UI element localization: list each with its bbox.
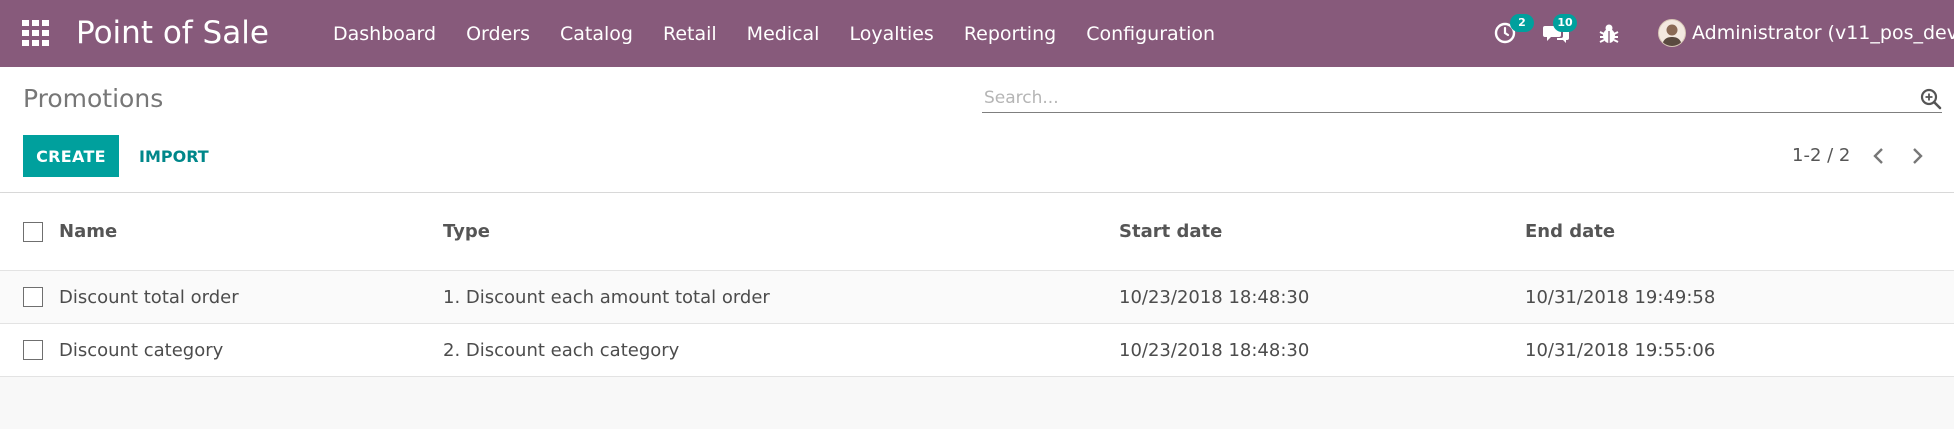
select-all-checkbox[interactable] xyxy=(23,221,43,242)
column-header-type[interactable]: Type xyxy=(443,193,490,270)
pager-previous-button[interactable] xyxy=(1866,143,1892,169)
column-header-name[interactable]: Name xyxy=(59,193,117,270)
row-checkbox[interactable] xyxy=(23,287,43,307)
table-row[interactable]: Discount total order 1. Discount each am… xyxy=(0,271,1954,324)
activity-button[interactable]: 2 xyxy=(1494,14,1534,49)
table-row[interactable]: Discount category 2. Discount each categ… xyxy=(0,324,1954,377)
menu-item-dashboard[interactable]: Dashboard xyxy=(333,23,436,45)
cell-name: Discount total order xyxy=(59,286,239,308)
user-menu[interactable]: Administrator (v11_pos_dev) xyxy=(1658,18,1954,48)
menu-item-medical[interactable]: Medical xyxy=(747,23,820,45)
cell-start-date: 10/23/2018 18:48:30 xyxy=(1119,286,1310,308)
control-panel: Promotions CREATE IMPORT 1-2 / 2 xyxy=(0,67,1954,193)
menu-item-reporting[interactable]: Reporting xyxy=(964,23,1056,45)
pager-value[interactable]: 1-2 / 2 xyxy=(1792,145,1850,166)
app-title[interactable]: Point of Sale xyxy=(76,11,269,55)
user-name: Administrator (v11_pos_dev) xyxy=(1692,22,1954,44)
cell-end-date: 10/31/2018 19:49:58 xyxy=(1525,286,1716,308)
table-header: Name Type Start date End date xyxy=(0,193,1954,271)
import-button[interactable]: IMPORT xyxy=(129,135,219,177)
cell-type: 2. Discount each category xyxy=(443,339,680,361)
search-icon[interactable] xyxy=(1920,88,1942,110)
avatar xyxy=(1658,19,1686,47)
messages-button[interactable]: 10 xyxy=(1543,14,1577,49)
debug-button[interactable] xyxy=(1598,19,1628,49)
cell-start-date: 10/23/2018 18:48:30 xyxy=(1119,339,1310,361)
row-select-cell xyxy=(23,271,43,323)
search-input[interactable] xyxy=(982,86,1884,110)
page-title: Promotions xyxy=(23,84,164,113)
menu-item-orders[interactable]: Orders xyxy=(466,23,530,45)
cell-end-date: 10/31/2018 19:55:06 xyxy=(1525,339,1716,361)
promotions-table: Name Type Start date End date Discount t… xyxy=(0,193,1954,377)
column-header-start-date[interactable]: Start date xyxy=(1119,193,1222,270)
row-checkbox[interactable] xyxy=(23,340,43,360)
search-bar xyxy=(982,86,1942,113)
apps-grid-icon[interactable] xyxy=(22,20,50,46)
column-header-end-date[interactable]: End date xyxy=(1525,193,1615,270)
menu-item-loyalties[interactable]: Loyalties xyxy=(849,23,933,45)
pager-next-button[interactable] xyxy=(1904,143,1930,169)
row-select-cell xyxy=(23,324,43,376)
menu-item-catalog[interactable]: Catalog xyxy=(560,23,633,45)
cell-name: Discount category xyxy=(59,339,224,361)
chevron-right-icon xyxy=(1913,148,1923,164)
chevron-left-icon xyxy=(1873,148,1883,164)
cell-type: 1. Discount each amount total order xyxy=(443,286,770,308)
main-menu: Dashboard Orders Catalog Retail Medical … xyxy=(333,0,1245,67)
select-all-cell xyxy=(23,193,43,270)
create-button[interactable]: CREATE xyxy=(23,135,119,177)
menu-item-retail[interactable]: Retail xyxy=(663,23,717,45)
menu-item-configuration[interactable]: Configuration xyxy=(1086,23,1215,45)
activity-count-badge: 2 xyxy=(1510,14,1534,32)
top-navbar: Point of Sale Dashboard Orders Catalog R… xyxy=(0,0,1954,68)
messages-count-badge: 10 xyxy=(1553,14,1577,32)
bug-icon xyxy=(1599,24,1619,43)
